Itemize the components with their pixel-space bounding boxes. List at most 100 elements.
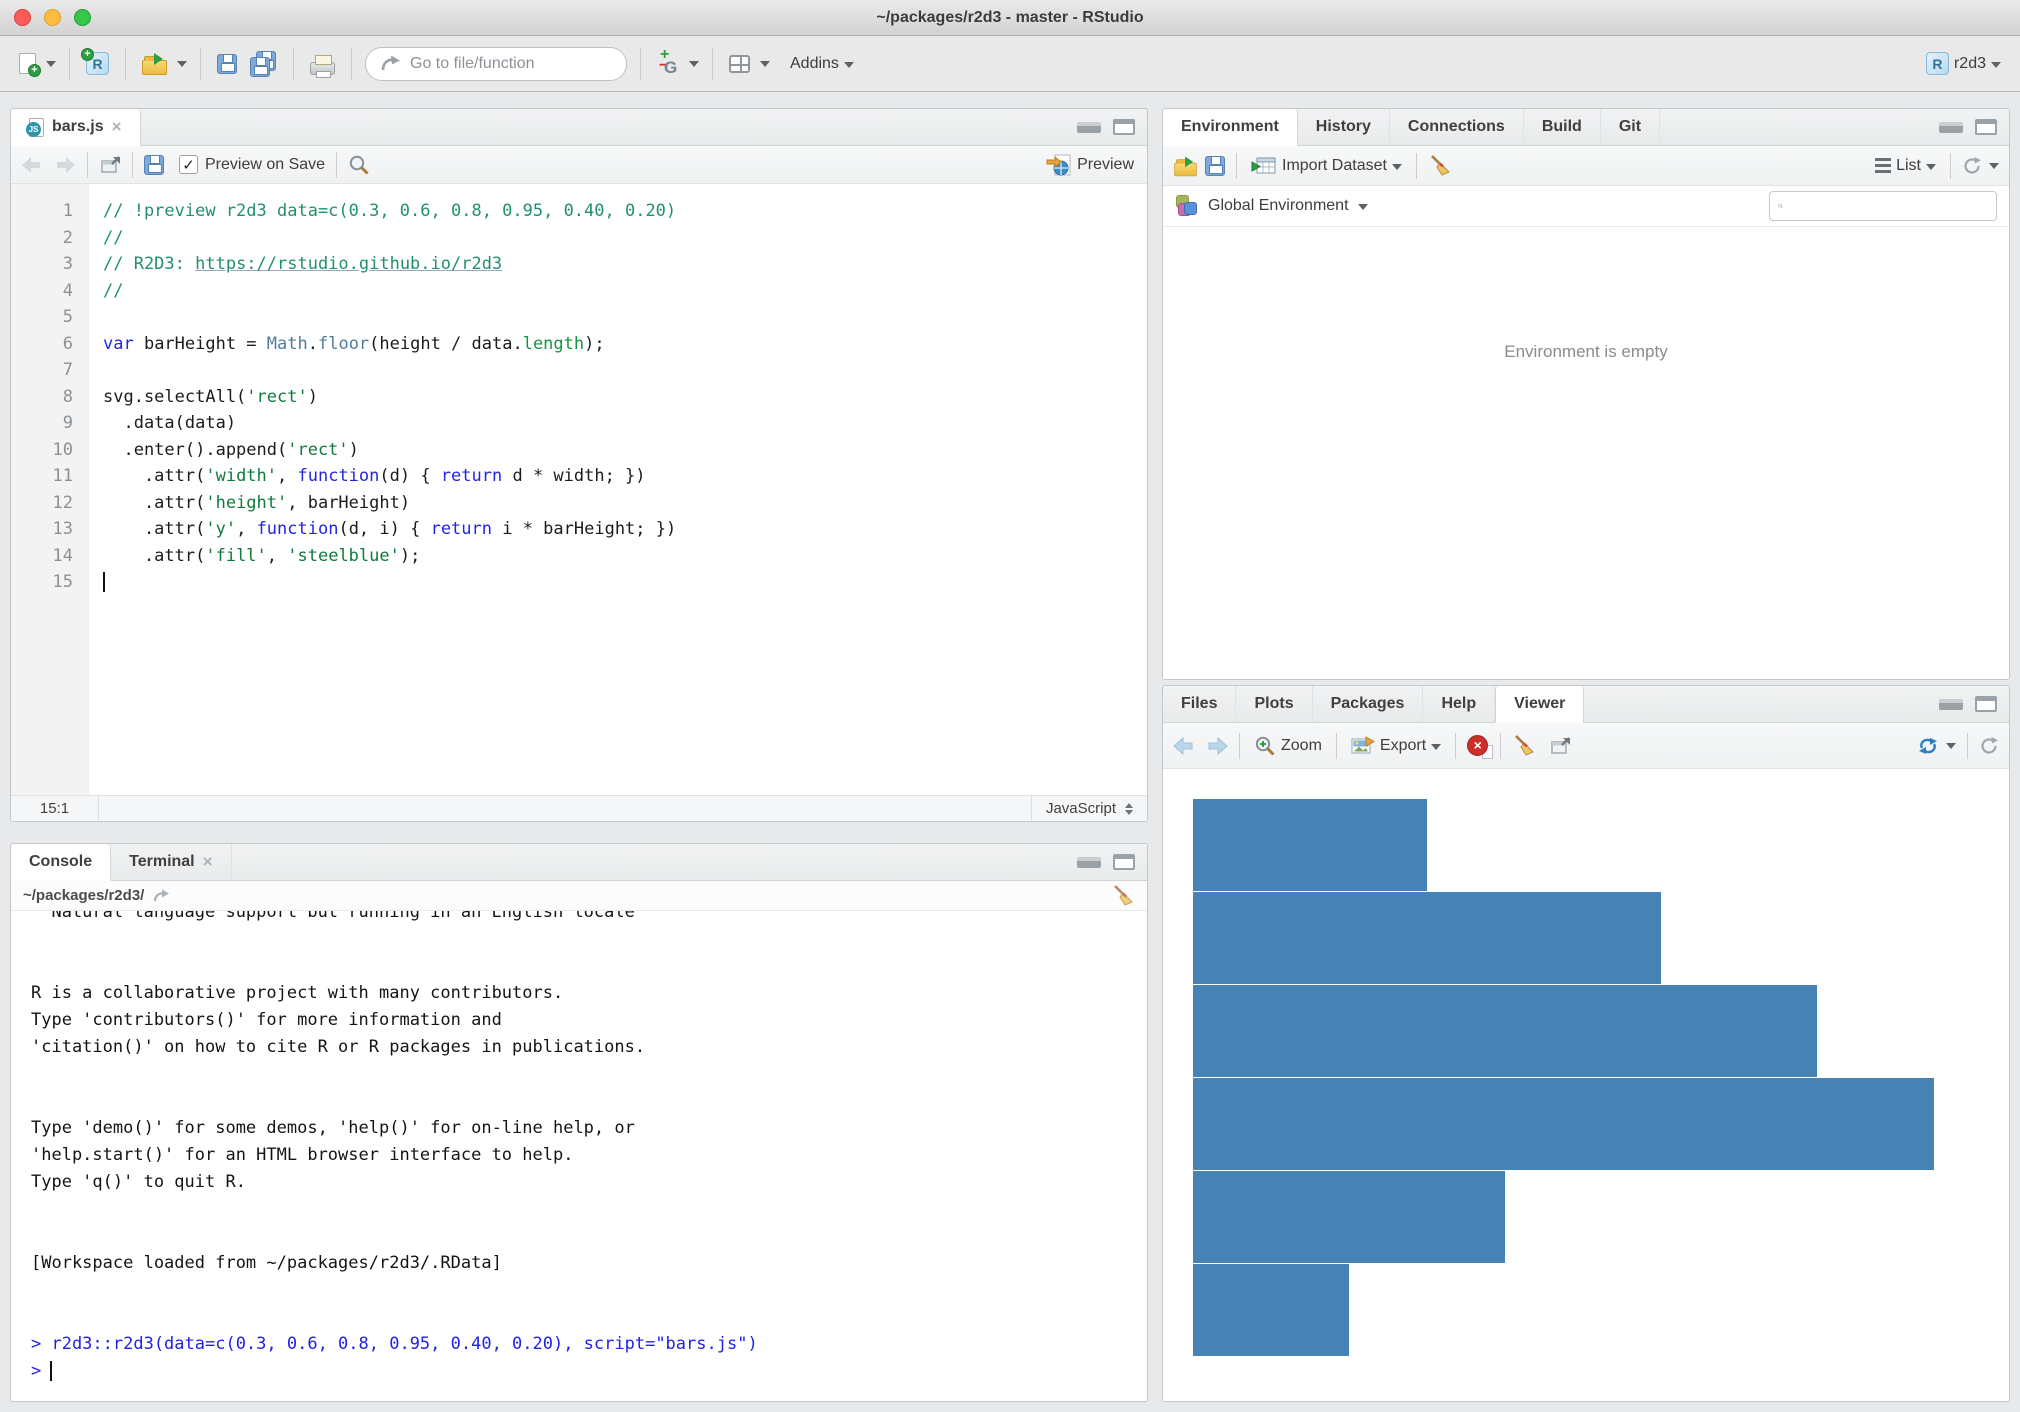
code-line — [103, 357, 1147, 384]
close-tab-icon[interactable] — [112, 117, 122, 137]
list-view-button[interactable]: List — [1872, 154, 1939, 178]
save-all-button[interactable] — [247, 48, 280, 80]
environment-search-input[interactable] — [1789, 198, 1988, 215]
console-tabstrip: Console Terminal — [11, 844, 1147, 881]
open-file-button[interactable] — [139, 50, 170, 78]
refresh-environment-icon[interactable] — [1962, 156, 1982, 176]
toolbar-separator — [1416, 153, 1417, 179]
tab-history[interactable]: History — [1298, 109, 1390, 145]
close-window-button[interactable] — [14, 9, 31, 26]
save-workspace-icon[interactable] — [1205, 156, 1225, 176]
line-number: 9 — [11, 410, 73, 437]
remove-viewer-item-button[interactable] — [1467, 735, 1489, 757]
maximize-pane-icon[interactable] — [1113, 854, 1135, 870]
maximize-pane-icon[interactable] — [1113, 119, 1135, 135]
workspace-panes-button[interactable] — [726, 52, 753, 76]
goto-directory-icon[interactable] — [153, 888, 171, 904]
refresh-dropdown-icon[interactable] — [1989, 163, 1999, 174]
tab-terminal[interactable]: Terminal — [111, 844, 231, 880]
export-dropdown-icon — [1431, 744, 1441, 755]
preview-on-save-checkbox[interactable] — [179, 155, 198, 174]
tab-label: Build — [1542, 118, 1582, 136]
zoom-button[interactable]: Zoom — [1251, 732, 1325, 760]
tab-files[interactable]: Files — [1163, 686, 1236, 722]
tab-git[interactable]: Git — [1601, 109, 1660, 145]
print-button[interactable] — [307, 50, 338, 78]
toolbar-separator — [200, 48, 201, 80]
new-file-dropdown[interactable] — [46, 61, 56, 72]
minimize-pane-icon[interactable] — [1939, 699, 1963, 710]
fullscreen-window-button[interactable] — [74, 9, 91, 26]
tab-bars-js[interactable]: JS bars.js — [11, 109, 141, 146]
open-recent-dropdown[interactable] — [177, 61, 187, 72]
version-control-dropdown[interactable] — [689, 61, 699, 72]
language-mode-selector[interactable]: JavaScript — [1031, 796, 1147, 821]
refresh-viewer-icon[interactable] — [1979, 736, 1999, 756]
scope-dropdown-icon[interactable] — [1358, 204, 1368, 215]
tab-label: Viewer — [1514, 695, 1565, 713]
tab-console[interactable]: Console — [11, 844, 111, 881]
minimize-pane-icon[interactable] — [1077, 122, 1101, 133]
sync-dropdown-icon[interactable] — [1946, 743, 1956, 754]
addins-button[interactable]: Addins — [787, 52, 857, 76]
tab-help[interactable]: Help — [1423, 686, 1495, 722]
tab-plots[interactable]: Plots — [1236, 686, 1312, 722]
new-project-button[interactable] — [83, 49, 112, 78]
console-output[interactable]: Natural language support but running in … — [11, 911, 1147, 1401]
console-output-line — [31, 1061, 1147, 1088]
cursor-position[interactable]: 15:1 — [11, 796, 99, 821]
popout-viewer-icon[interactable] — [1549, 737, 1571, 755]
maximize-pane-icon[interactable] — [1975, 696, 1997, 712]
back-icon[interactable] — [1173, 737, 1197, 755]
toolbar-separator — [640, 48, 641, 80]
export-button[interactable]: Export — [1348, 733, 1444, 759]
tab-viewer[interactable]: Viewer — [1495, 686, 1584, 723]
d3-bar-chart — [1193, 799, 1934, 1357]
tab-packages[interactable]: Packages — [1313, 686, 1424, 722]
minimize-pane-icon[interactable] — [1077, 857, 1101, 868]
toolbar-separator — [336, 152, 337, 178]
code-area[interactable]: // !preview r2d3 data=c(0.3, 0.6, 0.8, 0… — [89, 184, 1147, 795]
popout-icon[interactable] — [99, 156, 121, 174]
project-icon — [1926, 52, 1949, 75]
environment-scope-selector[interactable]: Global Environment — [1208, 197, 1349, 215]
minimize-pane-icon[interactable] — [1939, 122, 1963, 133]
code-editor[interactable]: 123456789101112131415 // !preview r2d3 d… — [11, 184, 1147, 795]
close-terminal-icon[interactable] — [203, 852, 213, 872]
save-source-icon[interactable] — [144, 155, 164, 175]
preview-button[interactable]: Preview — [1043, 150, 1137, 180]
find-icon[interactable] — [348, 154, 370, 176]
clear-environment-icon[interactable] — [1428, 154, 1452, 178]
import-dataset-icon — [1251, 157, 1277, 175]
forward-icon[interactable] — [52, 156, 76, 174]
new-file-button[interactable] — [16, 50, 39, 77]
minimize-window-button[interactable] — [44, 9, 61, 26]
sync-viewer-icon[interactable] — [1917, 736, 1939, 756]
clear-viewer-icon[interactable] — [1512, 734, 1536, 758]
goto-file-input[interactable] — [410, 55, 600, 73]
environment-empty-message: Environment is empty — [1504, 342, 1667, 679]
import-dataset-label: Import Dataset — [1282, 157, 1387, 175]
tab-build[interactable]: Build — [1524, 109, 1601, 145]
load-workspace-icon[interactable] — [1174, 162, 1197, 176]
tab-environment[interactable]: Environment — [1163, 109, 1298, 146]
code-line — [103, 569, 1147, 596]
workspace-panes-dropdown[interactable] — [760, 61, 770, 72]
environment-content: Environment is empty — [1163, 227, 2009, 679]
console-input-line: > r2d3::r2d3(data=c(0.3, 0.6, 0.8, 0.95,… — [31, 1331, 1147, 1358]
list-view-icon — [1875, 158, 1891, 161]
forward-icon[interactable] — [1204, 737, 1228, 755]
tab-connections[interactable]: Connections — [1390, 109, 1524, 145]
project-menu-button[interactable]: r2d3 — [1923, 49, 2004, 78]
save-button[interactable] — [214, 51, 240, 77]
goto-file-search[interactable] — [365, 47, 627, 81]
import-dataset-button[interactable]: Import Dataset — [1248, 154, 1405, 178]
clear-console-icon[interactable] — [1111, 884, 1135, 908]
console-output-line — [31, 1196, 1147, 1223]
back-icon[interactable] — [21, 156, 45, 174]
chart-bar — [1193, 985, 1817, 1077]
maximize-pane-icon[interactable] — [1975, 119, 1997, 135]
environment-search[interactable] — [1769, 191, 1997, 221]
version-control-button[interactable]: +−G — [654, 47, 682, 81]
plus-icon — [28, 64, 41, 77]
